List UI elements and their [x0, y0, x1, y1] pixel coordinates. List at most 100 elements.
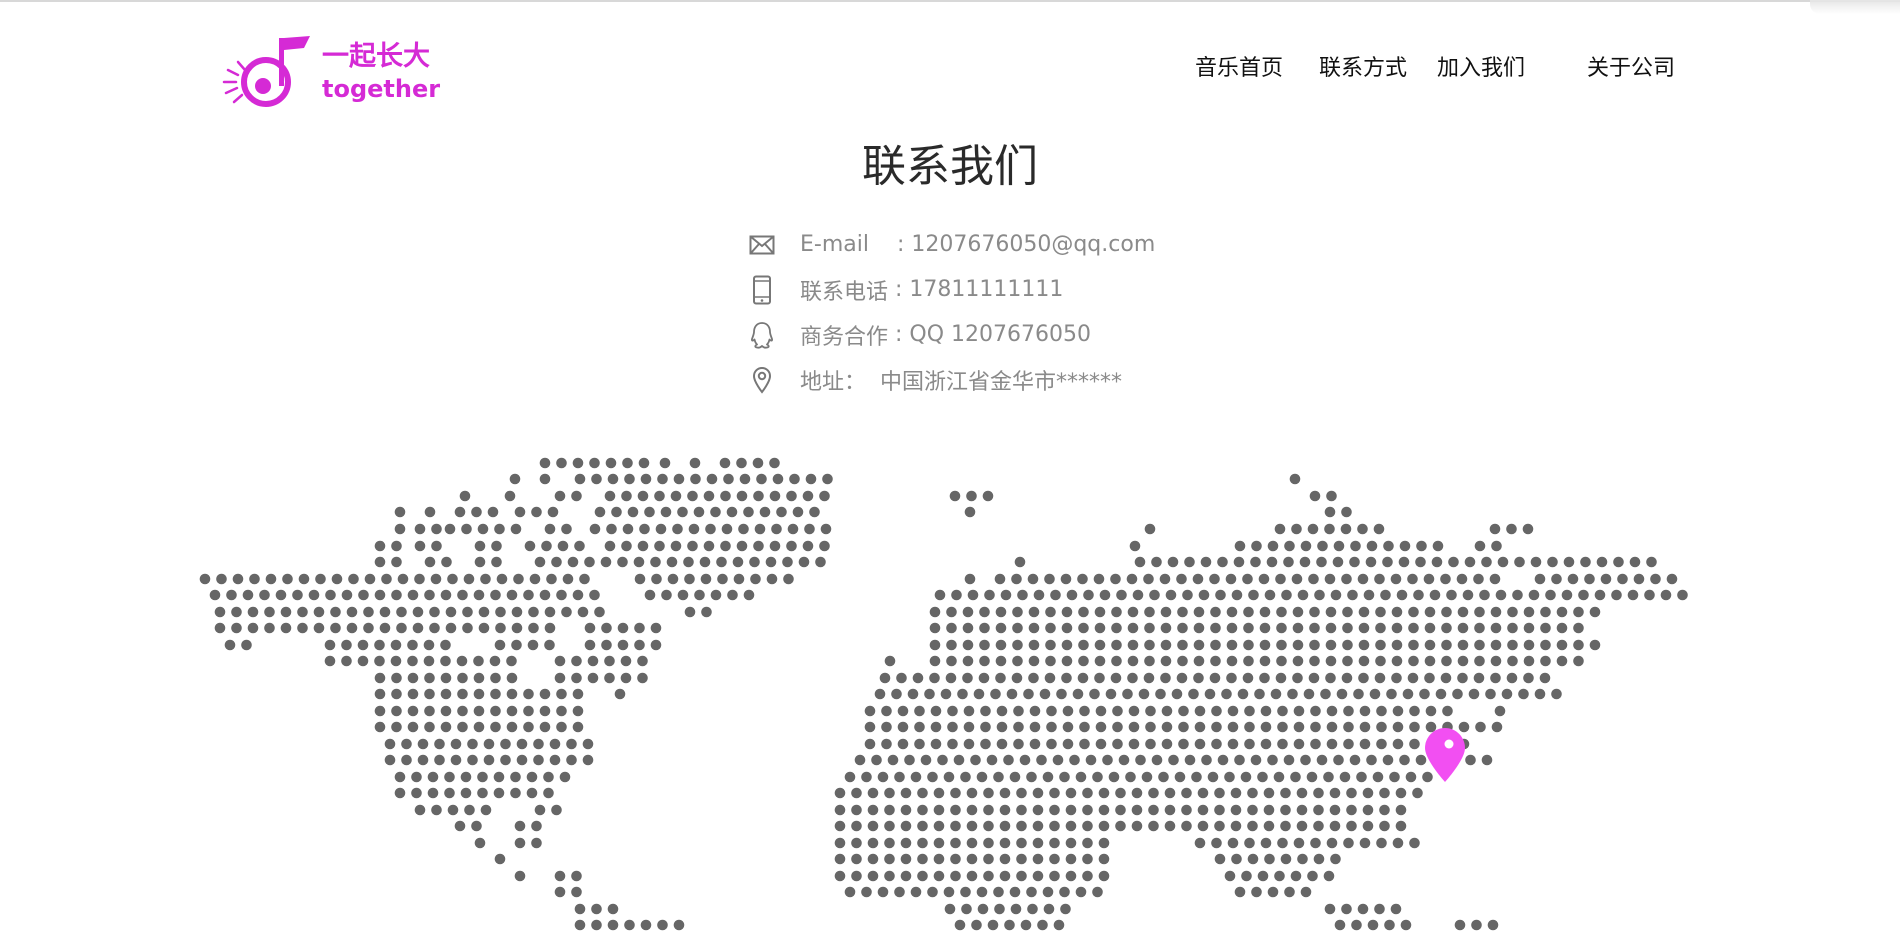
contact-phone-label: 联系电话	[800, 279, 889, 305]
map-dot	[966, 490, 977, 502]
map-dot	[467, 754, 478, 766]
map-dot	[584, 639, 596, 651]
map-dot	[1178, 705, 1189, 717]
map-dot	[1127, 672, 1138, 684]
map-dot	[554, 490, 566, 502]
map-dot	[424, 705, 435, 717]
map-dot	[1329, 820, 1341, 832]
location-pin-icon	[748, 366, 776, 394]
map-dot	[789, 473, 800, 485]
map-dot	[1045, 655, 1056, 667]
map-dot	[884, 853, 895, 865]
map-dot	[1633, 573, 1645, 585]
map-dot	[495, 622, 506, 634]
map-dot	[1013, 705, 1024, 717]
map-dot	[1409, 837, 1420, 849]
map-dot	[477, 771, 488, 783]
map-dot	[1065, 804, 1077, 816]
map-dot	[1168, 754, 1179, 766]
map-dot	[1584, 573, 1595, 585]
map-dot	[1263, 787, 1275, 799]
map-dot	[687, 540, 698, 552]
map-dot	[759, 506, 771, 518]
map-dot	[1342, 655, 1353, 667]
map-dot	[1110, 573, 1121, 585]
map-dot	[1666, 573, 1678, 585]
map-dot	[754, 523, 766, 535]
map-dot	[1065, 787, 1077, 799]
map-dot	[1300, 754, 1311, 766]
map-dot	[637, 672, 648, 684]
map-dot	[1468, 688, 1480, 700]
map-dot	[264, 606, 275, 618]
map-dot	[1374, 903, 1385, 915]
map-dot	[456, 655, 468, 667]
map-dot	[1518, 688, 1529, 700]
map-dot	[1523, 622, 1535, 634]
map-dot	[1324, 573, 1336, 585]
map-dot	[1293, 837, 1305, 849]
map-dot	[1045, 639, 1056, 651]
map-dot	[1062, 705, 1074, 717]
map-dot	[611, 506, 622, 518]
map-dot	[627, 506, 639, 518]
map-dot	[1300, 540, 1312, 552]
map-dot	[966, 787, 978, 799]
map-dot	[1099, 589, 1111, 601]
map-dot	[834, 853, 846, 865]
map-dot	[1128, 705, 1140, 717]
map-dot	[547, 506, 559, 518]
map-dot	[1326, 837, 1338, 849]
nav-item-join-us[interactable]: 加入我们	[1437, 50, 1525, 82]
map-dot	[884, 787, 895, 799]
map-dot	[819, 540, 830, 552]
map-dot	[1379, 787, 1390, 799]
map-dot	[478, 606, 490, 618]
map-dot	[546, 573, 557, 585]
map-dot	[1422, 771, 1433, 783]
map-dot	[1012, 606, 1023, 618]
brand-name-en: together	[322, 75, 441, 104]
map-dot	[1178, 721, 1189, 733]
map-dot	[346, 622, 358, 634]
map-dot	[900, 804, 912, 816]
map-dot	[534, 556, 546, 568]
map-dot	[943, 771, 955, 783]
map-dot	[1392, 721, 1404, 733]
nav-item-contact[interactable]: 联系方式	[1319, 50, 1407, 82]
map-dot	[1094, 639, 1106, 651]
map-dot	[976, 886, 988, 898]
map-dot	[247, 622, 259, 634]
map-dot	[614, 688, 626, 700]
map-dot	[374, 639, 385, 651]
nav-item-music-home[interactable]: 音乐首页	[1195, 50, 1283, 82]
map-dot	[1646, 556, 1657, 568]
map-dot	[1138, 688, 1150, 700]
map-dot	[946, 655, 957, 667]
brand-text: 一起长大 together	[322, 42, 440, 102]
map-dot	[1032, 870, 1044, 882]
map-dot	[454, 820, 466, 832]
map-dot	[1094, 622, 1106, 634]
map-dot	[1267, 886, 1279, 898]
map-dot	[1234, 540, 1246, 552]
map-dot	[1151, 556, 1162, 568]
map-dot	[996, 705, 1008, 717]
map-dot	[1032, 853, 1044, 865]
map-dot	[1011, 672, 1023, 684]
map-dot	[490, 589, 501, 601]
map-dot	[1029, 705, 1041, 717]
map-dot	[657, 473, 668, 485]
nav-item-about-company[interactable]: 关于公司	[1587, 50, 1675, 82]
map-dot	[1244, 705, 1255, 717]
map-dot	[1507, 606, 1518, 618]
map-dot	[424, 506, 436, 518]
map-dot	[951, 589, 962, 601]
map-dot	[493, 787, 505, 799]
map-dot	[1226, 655, 1238, 667]
map-dot	[701, 606, 712, 618]
brand-logo-link[interactable]: 一起长大 together	[220, 30, 450, 115]
brand-name-cn: 一起长大	[322, 41, 430, 73]
map-dot	[1260, 837, 1272, 849]
map-dot	[1059, 886, 1070, 898]
